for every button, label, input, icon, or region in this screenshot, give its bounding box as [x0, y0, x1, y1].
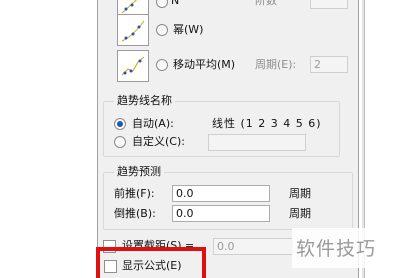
watermark-text: 软件技巧 [296, 238, 377, 260]
moving-average-label: 移动平均(M) [173, 58, 236, 71]
power-trend-icon [117, 14, 149, 46]
backward-input[interactable]: 0.0 [172, 205, 270, 222]
forward-label: 前推(F): [114, 187, 155, 200]
custom-name-input[interactable] [208, 134, 306, 151]
radio-auto-name[interactable] [114, 118, 126, 130]
order-input[interactable] [310, 0, 348, 9]
forecast-title: 趋势预测 [114, 165, 164, 179]
intercept-input[interactable]: 0.0 [213, 238, 293, 255]
forward-input[interactable]: 0.0 [172, 185, 270, 202]
auto-name-value: 线性 (1 2 3 4 5 6) [212, 117, 322, 130]
radio-moving-average[interactable] [156, 59, 168, 71]
period-label: 周期(E): [255, 58, 297, 71]
period-spinner[interactable]: 2 [310, 56, 348, 73]
order-label: 阶数 [255, 0, 277, 7]
backward-unit: 周期 [289, 207, 311, 220]
forward-unit: 周期 [289, 187, 311, 200]
moving-average-trend-icon [117, 50, 149, 82]
backward-label: 倒推(B): [114, 207, 156, 220]
linear-label: N [171, 0, 180, 7]
radio-power[interactable] [156, 24, 168, 36]
highlight-box [96, 247, 206, 278]
radio-custom-name[interactable] [114, 136, 126, 148]
custom-name-label: 自定义(C): [132, 135, 185, 148]
auto-name-label: 自动(A): [132, 117, 174, 130]
trendline-name-title: 趋势线名称 [114, 94, 175, 108]
power-label: 幂(W) [173, 23, 204, 36]
